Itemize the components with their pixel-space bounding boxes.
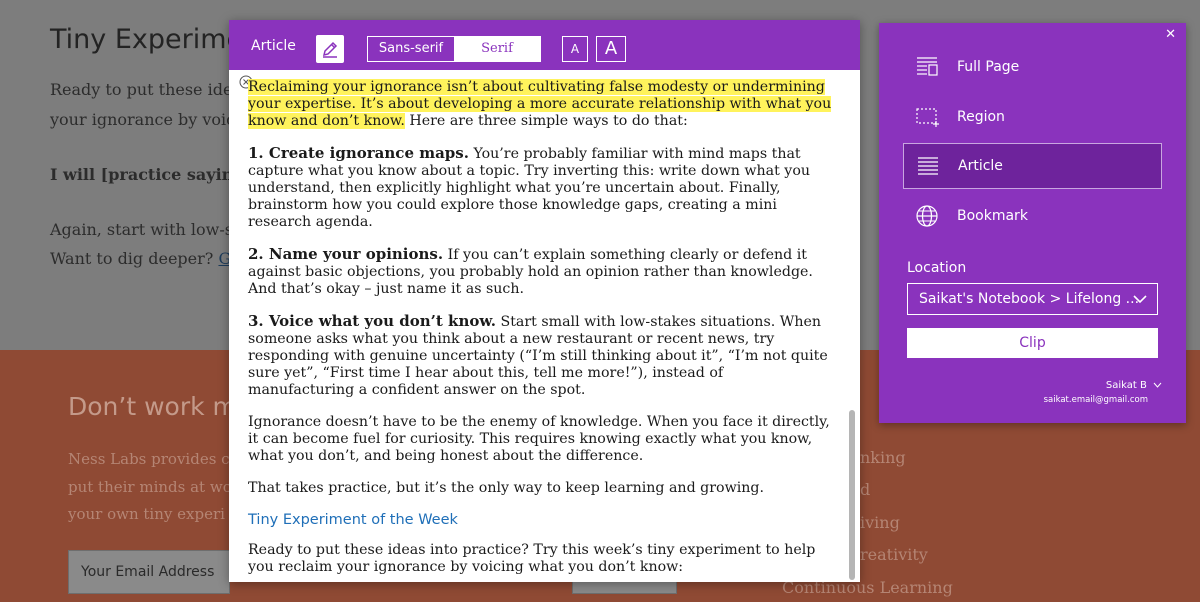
- decrease-font-size-button[interactable]: A: [562, 36, 588, 62]
- background-list-item: nking: [860, 448, 906, 467]
- item-heading: 1. Create ignorance maps.: [248, 144, 469, 162]
- background-dig-text: Want to dig deeper?: [50, 249, 214, 268]
- background-email-input[interactable]: Your Email Address: [68, 550, 230, 594]
- font-sans-serif-button[interactable]: Sans-serif: [368, 37, 454, 61]
- list-item: 1. Create ignorance maps. You’re probabl…: [248, 145, 833, 231]
- background-line: Ready to put these ide: [50, 80, 233, 99]
- account-name: Saikat B: [1105, 380, 1147, 391]
- location-label: Location: [907, 260, 967, 276]
- article-reader-panel: Article Sans-serif Serif A A Reclaiming …: [229, 20, 860, 582]
- ready-paragraph: Ready to put these ideas into practice? …: [248, 542, 816, 575]
- mode-bookmark[interactable]: Bookmark: [903, 193, 1162, 239]
- background-list-item: iving: [860, 513, 900, 532]
- chevron-down-icon: [1153, 382, 1162, 388]
- reader-toolbar: Article Sans-serif Serif A A: [229, 20, 860, 70]
- background-newsletter-line: put their minds at wo: [68, 478, 232, 496]
- chevron-down-icon: [1133, 295, 1147, 304]
- mode-article[interactable]: Article: [903, 143, 1162, 189]
- article-icon: [914, 154, 942, 178]
- mode-label: Full Page: [957, 59, 1020, 75]
- highlighter-pen-icon: [322, 41, 338, 58]
- mode-label: Bookmark: [957, 208, 1028, 224]
- background-newsletter-title: Don’t work m: [68, 392, 237, 421]
- reader-title: Article: [251, 38, 296, 54]
- practice-paragraph: That takes practice, but it’s the only w…: [248, 480, 764, 496]
- intro-rest: Here are three simple ways to do that:: [404, 113, 688, 129]
- email-placeholder: Your Email Address: [81, 564, 215, 580]
- close-icon[interactable]: ✕: [1165, 27, 1176, 42]
- reader-body: Reclaiming your ignorance isn’t about cu…: [229, 70, 860, 582]
- ignorance-paragraph: Ignorance doesn’t have to be the enemy o…: [248, 414, 830, 464]
- location-select[interactable]: Saikat's Notebook > Lifelong ...: [907, 283, 1158, 315]
- globe-icon: [913, 204, 941, 228]
- background-list-item: d: [860, 480, 871, 499]
- intro-paragraph: Reclaiming your ignorance isn’t about cu…: [248, 79, 833, 130]
- location-value: Saikat's Notebook > Lifelong ...: [919, 291, 1140, 307]
- item-heading: 3. Voice what you don’t know.: [248, 312, 496, 330]
- account-email: saikat.email@gmail.com: [1043, 395, 1148, 405]
- background-bold-line: I will [practice saying “: [50, 165, 260, 184]
- mode-region[interactable]: Region: [903, 94, 1162, 140]
- background-line: your ignorance by voic: [50, 110, 236, 129]
- region-icon: [913, 105, 941, 129]
- account-switcher[interactable]: Saikat B: [1106, 380, 1162, 391]
- mode-label: Region: [957, 109, 1005, 125]
- article-content: Reclaiming your ignorance isn’t about cu…: [248, 79, 833, 582]
- list-item: 2. Name your opinions. If you can’t expl…: [248, 246, 833, 298]
- mode-label: Article: [958, 158, 1003, 174]
- list-item: 3. Voice what you don’t know. Start smal…: [248, 313, 833, 399]
- clipper-panel: ✕ Full Page Region Article Bookmark Loca…: [879, 23, 1186, 423]
- clip-button[interactable]: Clip: [907, 328, 1158, 358]
- item-heading: 2. Name your opinions.: [248, 245, 444, 263]
- background-line: Want to dig deeper? G: [50, 249, 231, 268]
- tiny-experiment-link[interactable]: Tiny Experiment of the Week: [248, 512, 833, 529]
- font-toggle: Sans-serif Serif: [367, 36, 541, 62]
- mode-full-page[interactable]: Full Page: [903, 44, 1162, 90]
- reader-scrollbar[interactable]: [849, 410, 855, 580]
- font-serif-button[interactable]: Serif: [454, 37, 540, 61]
- increase-font-size-button[interactable]: A: [596, 36, 626, 62]
- background-list-item: reativity: [860, 545, 928, 564]
- full-page-icon: [913, 55, 941, 79]
- background-newsletter-line: Ness Labs provides c: [68, 450, 230, 468]
- background-line: Again, start with low-s: [50, 220, 233, 239]
- highlighter-button[interactable]: [316, 35, 344, 63]
- background-newsletter-line: your own tiny experi: [68, 505, 225, 523]
